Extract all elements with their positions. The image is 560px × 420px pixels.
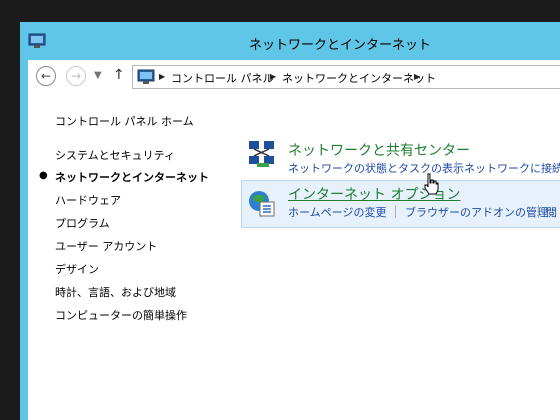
task-separator [395,205,396,218]
sidebar-item-home[interactable]: コントロール パネル ホーム [55,113,194,129]
breadcrumb-item-control-panel[interactable]: コントロール パネル [171,70,274,86]
task-connect-network[interactable]: ネットワークに接続 [464,160,560,176]
category-title-network-sharing-center[interactable]: ネットワークと共有センター [288,140,470,160]
sidebar-item-hardware[interactable]: ハードウェア [55,192,121,208]
network-sharing-center-icon[interactable] [247,139,277,169]
control-panel-icon [137,69,155,84]
breadcrumb-separator-icon[interactable]: ▶ [414,72,420,81]
hand-cursor-icon [424,173,439,195]
task-change-homepage[interactable]: ホームページの変更 [288,204,386,220]
forward-button[interactable]: → [66,66,86,86]
sidebar-item-user-accounts[interactable]: ユーザー アカウント [55,238,157,254]
sidebar-item-system-security[interactable]: システムとセキュリティ [55,147,175,163]
task-separator [456,161,457,174]
title-bar[interactable]: ネットワークとインターネット [20,22,560,60]
breadcrumb[interactable]: ▶ コントロール パネル ▶ ネットワークとインターネット ▶ [132,65,560,89]
breadcrumb-separator-icon[interactable]: ▶ [159,72,165,81]
sidebar-item-programs[interactable]: プログラム [55,215,110,231]
breadcrumb-item-network[interactable]: ネットワークとインターネット [282,70,436,86]
back-arrow-icon: ← [40,69,52,83]
window-title: ネットワークとインターネット [248,38,431,53]
main-content: コントロール パネル ホーム システムとセキュリティ ● ネットワークとインター… [28,94,560,420]
chevron-down-icon[interactable]: ▼ [94,70,102,81]
control-panel-window: ネットワークとインターネット ← → ▼ ↑ ▶ コントロール パネル ▶ ネッ… [20,22,560,420]
address-bar: ← → ▼ ↑ ▶ コントロール パネル ▶ ネットワークとインターネット ▶ [28,60,560,94]
sidebar-item-network-internet[interactable]: ネットワークとインターネット [55,169,209,185]
task-separator [538,205,539,218]
back-button[interactable]: ← [36,66,56,86]
sidebar-item-design[interactable]: デザイン [55,261,99,277]
sidebar-item-clock-language-region[interactable]: 時計、言語、および地域 [55,284,176,300]
active-bullet-icon: ● [39,170,48,181]
task-manage-addons[interactable]: ブラウザーのアドオンの管理 [405,204,548,220]
task-browsing-history[interactable]: 閲 [546,204,557,220]
up-arrow-icon[interactable]: ↑ [113,67,125,83]
sidebar-item-ease-of-access[interactable]: コンピューターの簡単操作 [55,307,187,323]
forward-arrow-icon: → [70,69,82,83]
internet-options-icon[interactable] [247,188,277,218]
breadcrumb-separator-icon[interactable]: ▶ [270,72,276,81]
